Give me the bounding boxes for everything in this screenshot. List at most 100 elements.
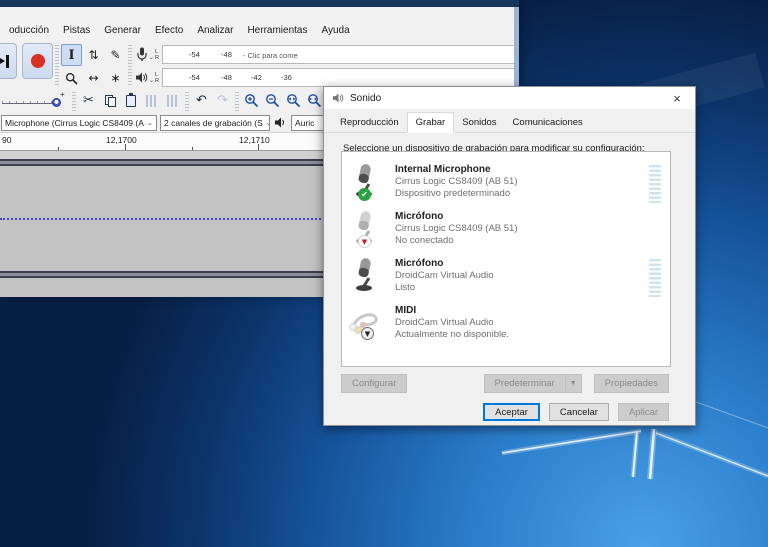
record-button[interactable]	[22, 43, 53, 79]
scissors-icon: ✂	[83, 93, 94, 108]
menu-analizar[interactable]: Analizar	[190, 23, 240, 38]
chevron-down-icon: ⌄	[266, 119, 270, 127]
menu-herramientas[interactable]: Herramientas	[240, 23, 314, 38]
zoom-fit-icon	[307, 93, 322, 108]
copy-button[interactable]	[99, 90, 120, 112]
menu-reproduccion-partial[interactable]: oducción	[2, 23, 56, 38]
device-row-internal-microphone[interactable]: ✔ Internal Microphone Cirrus Logic CS840…	[342, 163, 670, 210]
timeshift-tool-button[interactable]: ↔	[83, 67, 104, 89]
paste-button[interactable]	[120, 90, 141, 112]
meter-scale-label: -48	[221, 73, 232, 82]
skip-to-end-button[interactable]	[0, 43, 17, 79]
device-row-microfono-cirrus[interactable]: ▼ Micrófono Cirrus Logic CS8409 (AB 51) …	[342, 210, 670, 257]
silence-audio-button[interactable]	[162, 90, 183, 112]
draw-tool-icon: ✎	[110, 48, 120, 62]
zoom-to-selection-button[interactable]	[283, 90, 304, 112]
selection-tool-icon: I	[68, 48, 74, 63]
silence-icon	[167, 95, 179, 107]
chevron-down-icon: ⌄	[147, 119, 153, 127]
tools-toolbar: I ⇅ ✎ ↔ ∗	[61, 44, 126, 89]
menu-ayuda[interactable]: Ayuda	[314, 23, 356, 38]
playback-meter[interactable]: ⌄ L R -54 -48 -42 -36	[134, 67, 519, 88]
draw-tool-button[interactable]: ✎	[105, 44, 126, 66]
device-name: MIDI	[395, 305, 509, 317]
tab-grabar[interactable]: Grabar	[407, 112, 455, 133]
redo-button[interactable]: ↷	[212, 90, 233, 112]
meter-dropdown-icon[interactable]: ⌄	[149, 77, 154, 84]
trim-audio-button[interactable]	[141, 90, 162, 112]
ok-button[interactable]: Aceptar	[483, 403, 540, 421]
device-action-buttons: Configurar Predeterminar ▼ Propiedades	[341, 374, 669, 393]
meter-dropdown-icon[interactable]: ⌄	[149, 54, 154, 61]
recording-channels-dropdown[interactable]: 2 canales de grabación (S ⌄	[160, 115, 270, 131]
input-device-dropdown[interactable]: Microphone (Cirrus Logic CS8409 (A ⌄	[1, 115, 157, 131]
redo-icon: ↷	[217, 93, 228, 108]
menu-efecto[interactable]: Efecto	[148, 23, 190, 38]
ruler-label: 12,1710	[239, 135, 270, 145]
audacity-toolbar: I ⇅ ✎ ↔ ∗	[0, 41, 519, 88]
ruler-label: 12,1700	[106, 135, 137, 145]
channel-labels: L R	[155, 49, 162, 61]
zoom-out-button[interactable]	[262, 90, 283, 112]
configure-button[interactable]: Configurar	[341, 374, 407, 393]
timeshift-tool-icon: ↔	[88, 71, 98, 85]
microphone-device-icon: ✔	[349, 163, 385, 201]
dialog-footer-buttons: Aceptar Cancelar Aplicar	[483, 403, 669, 421]
dialog-titlebar[interactable]: Sonido ×	[324, 87, 695, 109]
device-detail: Cirrus Logic CS8409 (AB 51)	[395, 223, 518, 235]
dialog-tabs: Reproducción Grabar Sonidos Comunicacion…	[324, 109, 695, 133]
audacity-titlebar-edge	[0, 0, 519, 7]
envelope-tool-button[interactable]: ⇅	[83, 44, 104, 66]
zoom-fit-button[interactable]	[304, 90, 325, 112]
set-default-split-arrow[interactable]: ▼	[566, 374, 582, 393]
tab-comunicaciones[interactable]: Comunicaciones	[505, 113, 591, 132]
record-icon	[31, 54, 45, 68]
toolbar-grip[interactable]	[128, 45, 132, 85]
recording-device-list[interactable]: ✔ Internal Microphone Cirrus Logic CS840…	[341, 151, 671, 367]
cut-button[interactable]: ✂	[78, 90, 99, 112]
device-level-meter	[649, 165, 661, 203]
properties-button[interactable]: Propiedades	[594, 374, 669, 393]
zoom-in-icon	[244, 93, 259, 108]
toolbar-grip[interactable]	[235, 92, 239, 112]
playback-meter-bar[interactable]: -54 -48 -42 -36	[162, 68, 519, 87]
tab-reproduccion[interactable]: Reproducción	[332, 113, 407, 132]
meter-monitor-hint: - Clic para come	[243, 51, 298, 60]
desktop: oducción Pistas Generar Efecto Analizar …	[0, 0, 768, 547]
speaker-icon	[134, 71, 149, 84]
cancel-button[interactable]: Cancelar	[549, 403, 609, 421]
toolbar-grip[interactable]	[55, 45, 59, 85]
meter-scale-label: -36	[281, 73, 292, 82]
apply-button[interactable]: Aplicar	[618, 403, 669, 421]
recording-volume-slider[interactable]: +	[0, 91, 70, 111]
zoom-tool-button[interactable]	[61, 67, 82, 89]
set-default-button[interactable]: Predeterminar	[484, 374, 566, 393]
menu-generar[interactable]: Generar	[97, 23, 148, 38]
dialog-title: Sonido	[350, 93, 667, 104]
undo-button[interactable]: ↶	[191, 90, 212, 112]
device-detail: DroidCam Virtual Audio	[395, 317, 509, 329]
multi-tool-button[interactable]: ∗	[105, 67, 126, 89]
device-row-midi[interactable]: ▼ MIDI DroidCam Virtual Audio Actualment…	[342, 304, 670, 351]
device-row-microfono-droidcam[interactable]: Micrófono DroidCam Virtual Audio Listo	[342, 257, 670, 304]
recording-meter-bar[interactable]: -54 -48 - Clic para come	[162, 45, 519, 64]
selection-tool-button[interactable]: I	[61, 44, 82, 66]
toolbar-grip[interactable]	[72, 92, 76, 112]
menu-pistas[interactable]: Pistas	[56, 23, 97, 38]
device-name: Micrófono	[395, 258, 494, 270]
close-button[interactable]: ×	[667, 91, 687, 106]
tab-sonidos[interactable]: Sonidos	[454, 113, 504, 132]
zoom-in-button[interactable]	[241, 90, 262, 112]
sound-dialog: Sonido × Reproducción Grabar Sonidos Com…	[323, 86, 696, 426]
toolbar-grip[interactable]	[185, 92, 189, 112]
device-status: Actualmente no disponible.	[395, 329, 509, 341]
disconnected-icon: ▼	[358, 235, 371, 248]
envelope-tool-icon: ⇅	[88, 48, 98, 62]
transport-toolbar	[0, 43, 53, 79]
ruler-label: 90	[2, 135, 11, 145]
trim-icon	[146, 95, 158, 107]
recording-meter[interactable]: ⌄ L R -54 -48 - Clic para come	[134, 44, 519, 65]
slider-thumb[interactable]	[52, 98, 61, 107]
device-status: Dispositivo predeterminado	[395, 188, 518, 200]
zoom-tool-icon	[65, 72, 78, 85]
